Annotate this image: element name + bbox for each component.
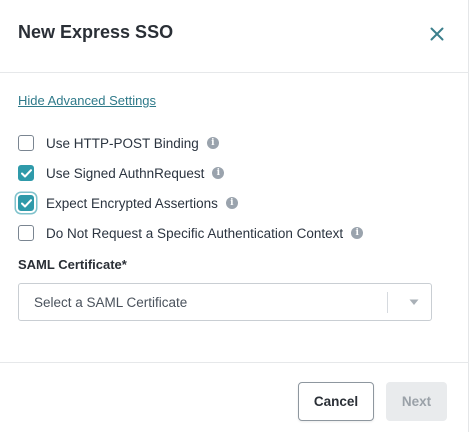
select-placeholder: Select a SAML Certificate	[34, 295, 188, 310]
option-use-http-post-binding: Use HTTP-POST Binding i	[18, 133, 219, 153]
saml-certificate-label: SAML Certificate*	[18, 257, 127, 272]
hide-advanced-settings-link[interactable]: Hide Advanced Settings	[18, 93, 156, 108]
info-icon[interactable]: i	[212, 167, 225, 179]
new-express-sso-dialog: New Express SSO Hide Advanced Settings U…	[0, 0, 469, 432]
close-icon	[430, 27, 444, 41]
next-button[interactable]: Next	[386, 382, 447, 421]
close-button[interactable]	[426, 23, 448, 45]
option-label: Expect Encrypted Assertions	[46, 195, 218, 211]
dialog-footer: Cancel Next	[0, 362, 469, 432]
dialog-title: New Express SSO	[18, 22, 174, 42]
option-use-signed-authnrequest: Use Signed AuthnRequest i	[18, 163, 225, 183]
dialog-header: New Express SSO	[0, 0, 469, 73]
info-icon[interactable]: i	[206, 137, 219, 149]
checkbox-expect-encrypted-assertions[interactable]	[18, 195, 34, 211]
option-do-not-request-authentication-context: Do Not Request a Specific Authentication…	[18, 223, 364, 243]
checkmark-icon	[20, 198, 32, 207]
select-divider	[387, 292, 388, 313]
checkmark-icon	[20, 168, 32, 177]
option-label: Use HTTP-POST Binding	[46, 135, 199, 151]
chevron-down-icon[interactable]	[409, 299, 419, 306]
checkbox-use-http-post-binding[interactable]	[18, 135, 34, 151]
cancel-button[interactable]: Cancel	[298, 382, 374, 421]
info-icon[interactable]: i	[351, 227, 364, 239]
checkbox-do-not-request-authentication-context[interactable]	[18, 225, 34, 241]
info-icon[interactable]: i	[225, 197, 238, 209]
saml-certificate-select[interactable]: Select a SAML Certificate	[18, 283, 432, 321]
checkbox-use-signed-authnrequest[interactable]	[18, 165, 34, 181]
option-expect-encrypted-assertions: Expect Encrypted Assertions i	[18, 193, 238, 213]
option-label: Do Not Request a Specific Authentication…	[46, 225, 344, 241]
option-label: Use Signed AuthnRequest	[46, 165, 205, 181]
